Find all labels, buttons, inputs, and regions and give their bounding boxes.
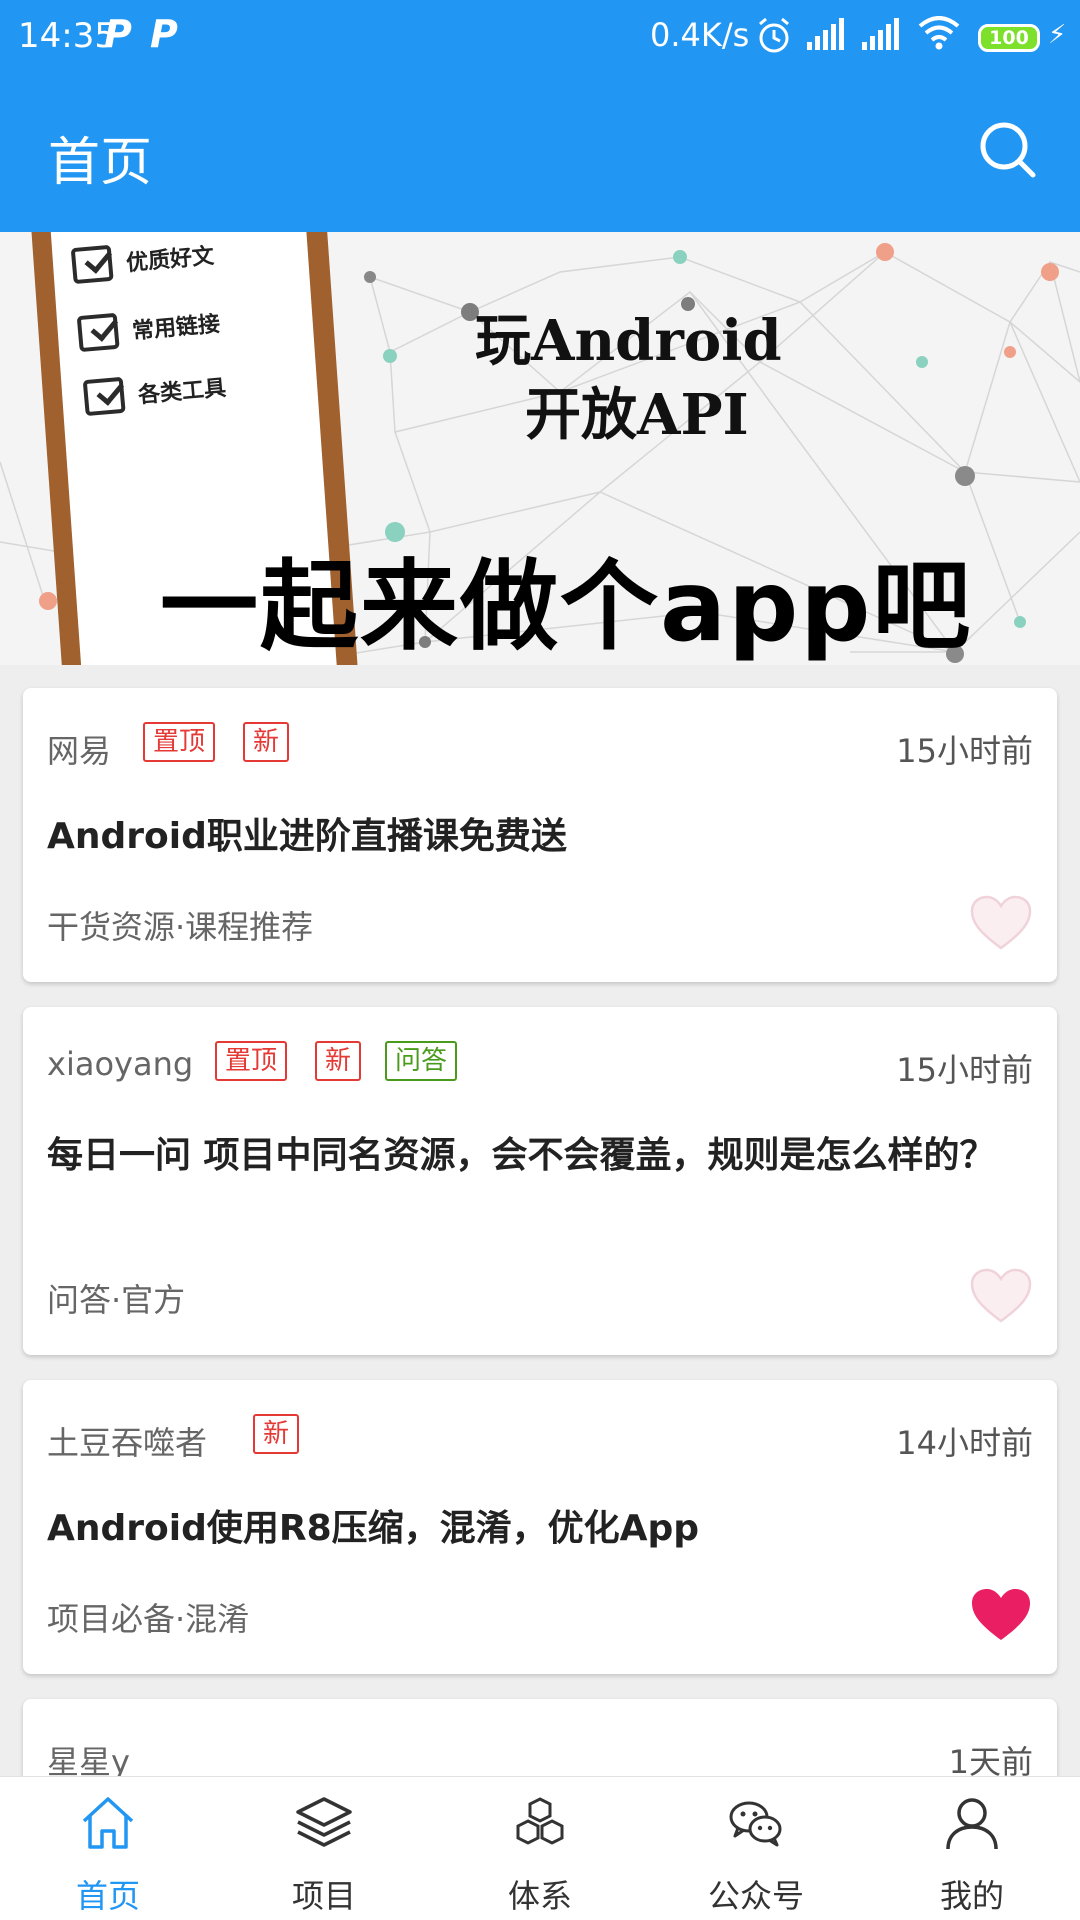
banner-slogan: 一起来做个app吧 — [160, 550, 973, 664]
charging-icon: ⚡ — [1048, 20, 1067, 50]
nav-label: 项目 — [291, 1877, 356, 1915]
page-title: 首页 — [48, 133, 153, 193]
signal-icon — [862, 18, 899, 50]
wechat-icon — [729, 1801, 782, 1847]
status-bar: 14:35 P P 0.4K/s 100 ⚡ — [0, 0, 1080, 75]
banner-title-line1: 玩Android — [475, 308, 782, 374]
app-bar: 首页 — [0, 75, 1080, 232]
wifi-icon — [918, 16, 960, 50]
nav-label: 我的 — [939, 1877, 1004, 1915]
article-author: xiaoyang — [47, 1045, 194, 1083]
nav-label: 公众号 — [707, 1877, 804, 1915]
search-icon[interactable] — [978, 120, 1038, 180]
article-chapter: 干货资源·课程推荐 — [47, 908, 314, 946]
nav-label: 体系 — [507, 1877, 572, 1915]
article-card[interactable]: xiaoyang 置顶 新 问答 15小时前 每日一问 项目中同名资源，会不会覆… — [23, 1007, 1057, 1355]
status-time: 14:35 — [18, 16, 116, 56]
layers-icon — [296, 1797, 352, 1847]
nav-item-wechat[interactable]: 公众号 — [648, 1777, 864, 1920]
tag-new: 新 — [315, 1041, 362, 1081]
app-root: 14:35 P P 0.4K/s 100 ⚡ 首页 优质好文 常用链接 各类工具… — [0, 0, 1080, 1920]
nav-item-home[interactable]: 首页 — [0, 1777, 216, 1920]
article-author: 土豆吞噬者 — [47, 1424, 208, 1462]
banner-title-line2: 开放API — [525, 382, 749, 448]
bottom-navigation: 首页 项目 体系 公众号 我的 — [0, 1776, 1080, 1920]
article-chapter: 项目必备·混淆 — [47, 1600, 250, 1638]
user-icon — [946, 1798, 998, 1850]
article-card[interactable]: 网易 置顶 新 15小时前 Android职业进阶直播课免费送 干货资源·课程推… — [23, 688, 1057, 982]
tag-top: 置顶 — [143, 722, 216, 762]
article-title: Android职业进阶直播课免费送 — [47, 816, 567, 857]
home-icon — [82, 1797, 134, 1849]
heart-icon[interactable] — [969, 894, 1033, 952]
p-notification-icon: P — [150, 12, 178, 56]
article-time: 15小时前 — [896, 1051, 1033, 1089]
nav-item-projects[interactable]: 项目 — [216, 1777, 432, 1920]
article-title: Android使用R8压缩，混淆，优化App — [47, 1508, 700, 1549]
tag-new: 新 — [253, 1414, 300, 1454]
nav-label: 首页 — [75, 1877, 140, 1915]
checkbox-icon — [76, 312, 120, 353]
heart-icon[interactable] — [969, 1586, 1033, 1644]
banner-carousel[interactable]: 优质好文 常用链接 各类工具 玩Android 开放API 一起来做个app吧 — [0, 232, 1080, 665]
article-time: 14小时前 — [896, 1424, 1033, 1462]
article-chapter: 问答·官方 — [47, 1281, 186, 1319]
tag-top: 置顶 — [215, 1041, 288, 1081]
cubes-icon — [516, 1797, 564, 1845]
heart-icon[interactable] — [969, 1267, 1033, 1325]
tag-new: 新 — [243, 722, 290, 762]
checkbox-icon — [82, 376, 126, 417]
nav-item-system[interactable]: 体系 — [432, 1777, 648, 1920]
checkbox-icon — [70, 244, 114, 285]
tag-qa: 问答 — [385, 1041, 458, 1081]
network-speed: 0.4K/s — [650, 16, 750, 54]
article-card[interactable]: 土豆吞噬者 新 14小时前 Android使用R8压缩，混淆，优化App 项目必… — [23, 1380, 1057, 1674]
p-notification-icon: P — [104, 12, 132, 56]
nav-item-mine[interactable]: 我的 — [864, 1777, 1080, 1920]
battery-icon: 100 — [978, 24, 1040, 52]
alarm-icon — [759, 17, 789, 53]
article-time: 15小时前 — [896, 732, 1033, 770]
article-title: 每日一问 项目中同名资源，会不会覆盖，规则是怎么样的？ — [47, 1135, 996, 1176]
article-author: 网易 — [47, 732, 112, 770]
signal-icon — [807, 18, 844, 50]
